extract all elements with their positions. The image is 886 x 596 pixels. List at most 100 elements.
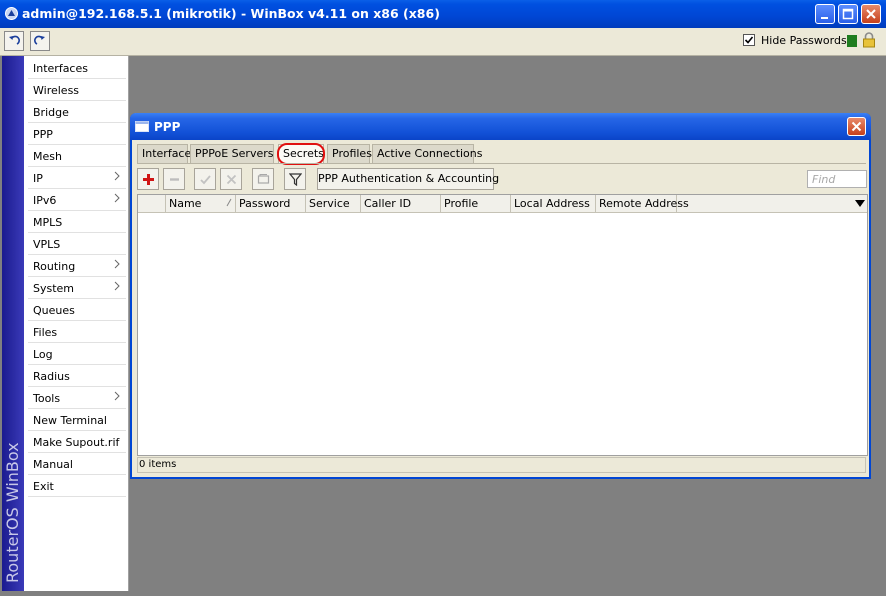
add-button[interactable]	[137, 168, 159, 190]
column-header-label: Caller ID	[364, 197, 412, 210]
comment-icon	[257, 174, 270, 184]
sidebar-item-label: New Terminal	[33, 414, 107, 427]
sidebar-item-ip[interactable]: IP	[28, 168, 126, 189]
winbox-icon	[5, 7, 18, 20]
column-header-label: Name	[169, 197, 202, 210]
brand-label: RouterOS WinBox	[3, 442, 22, 583]
sidebar-item-ipv6[interactable]: IPv6	[28, 190, 126, 211]
sidebar-item-label: IPv6	[33, 194, 57, 207]
minus-icon	[170, 178, 179, 181]
lock-icon	[863, 32, 875, 48]
ppp-toolbar: PPP Authentication & Accounting	[137, 168, 867, 192]
tab-interface[interactable]: Interface	[137, 144, 191, 163]
secrets-table: Name Password Service Caller ID Profile Local…	[137, 194, 868, 456]
sidebar-item-label: Mesh	[33, 150, 62, 163]
tab-pppoe-servers[interactable]: PPPoE Servers	[190, 144, 274, 163]
column-header-caller-id[interactable]: Caller ID	[361, 195, 441, 212]
sidebar-item-tools[interactable]: Tools	[28, 388, 126, 409]
sidebar-item-label: Queues	[33, 304, 75, 317]
enable-button[interactable]	[194, 168, 216, 190]
sidebar-menu: Interfaces Wireless Bridge PPP Mesh IP IPv6 MPL…	[24, 56, 129, 591]
submenu-arrow-icon	[114, 259, 120, 269]
ppp-close-button[interactable]	[847, 117, 866, 136]
hide-passwords-checkbox[interactable]	[743, 34, 755, 46]
comment-button[interactable]	[252, 168, 274, 190]
sidebar-item-label: MPLS	[33, 216, 63, 229]
sidebar-item-bridge[interactable]: Bridge	[28, 102, 126, 123]
column-header-service[interactable]: Service	[306, 195, 361, 212]
filter-icon	[289, 173, 302, 186]
status-bar: 0 items	[137, 457, 866, 473]
sidebar-item-label: Exit	[33, 480, 54, 493]
sidebar-item-radius[interactable]: Radius	[28, 366, 126, 387]
main-toolbar: Hide Passwords	[0, 28, 886, 56]
column-header-label: Password	[239, 197, 291, 210]
redo-button[interactable]	[30, 31, 50, 51]
remove-button[interactable]	[163, 168, 185, 190]
sidebar-item-label: Interfaces	[33, 62, 88, 75]
sidebar-item-files[interactable]: Files	[28, 322, 126, 343]
column-header-marker[interactable]	[138, 195, 166, 212]
sidebar-item-vpls[interactable]: VPLS	[28, 234, 126, 255]
tab-secrets[interactable]: Secrets	[277, 143, 325, 165]
column-header-local-address[interactable]: Local Address	[511, 195, 596, 212]
sidebar-item-queues[interactable]: Queues	[28, 300, 126, 321]
filter-button[interactable]	[284, 168, 306, 190]
sidebar-item-ppp[interactable]: PPP	[28, 124, 126, 145]
window-icon	[135, 121, 149, 132]
check-icon	[200, 175, 211, 185]
redo-icon	[34, 35, 45, 45]
find-input[interactable]	[807, 170, 867, 188]
sort-indicator-icon	[226, 198, 232, 207]
column-header-label: Profile	[444, 197, 479, 210]
submenu-arrow-icon	[114, 171, 120, 181]
sidebar-item-label: Tools	[33, 392, 61, 405]
hide-passwords-label: Hide Passwords	[761, 34, 847, 47]
close-icon	[866, 9, 876, 19]
column-header-password[interactable]: Password	[236, 195, 306, 212]
maximize-icon	[842, 8, 854, 20]
sidebar-item-label: Radius	[33, 370, 70, 383]
sidebar-item-routing[interactable]: Routing	[28, 256, 126, 277]
checkmark-icon	[744, 36, 754, 44]
sidebar-item-mesh[interactable]: Mesh	[28, 146, 126, 167]
sidebar-item-exit[interactable]: Exit	[28, 476, 126, 497]
minimize-icon	[821, 17, 828, 19]
close-button[interactable]	[861, 4, 881, 24]
disable-button[interactable]	[220, 168, 242, 190]
ppp-window: PPP Interface PPPoE Servers Secrets Prof…	[130, 113, 871, 479]
plus-icon	[143, 174, 154, 185]
column-header-profile[interactable]: Profile	[441, 195, 511, 212]
sidebar-item-interfaces[interactable]: Interfaces	[28, 58, 126, 79]
highlight-ring	[277, 143, 325, 165]
minimize-button[interactable]	[815, 4, 835, 24]
sidebar-item-manual[interactable]: Manual	[28, 454, 126, 475]
sidebar-item-label: Wireless	[33, 84, 80, 97]
ppp-window-title-bar[interactable]: PPP	[130, 113, 871, 140]
window-title: admin@192.168.5.1 (mikrotik) - WinBox v4…	[22, 6, 440, 21]
sidebar-item-mpls[interactable]: MPLS	[28, 212, 126, 233]
sidebar-item-log[interactable]: Log	[28, 344, 126, 365]
tab-active-connections[interactable]: Active Connections	[372, 144, 483, 163]
tab-profiles[interactable]: Profiles	[327, 144, 372, 163]
sidebar-item-make-supout-rif[interactable]: Make Supout.rif	[28, 432, 126, 453]
maximize-button[interactable]	[838, 4, 858, 24]
sidebar-item-label: IP	[33, 172, 43, 185]
item-count: 0 items	[139, 459, 177, 470]
brand-strip: RouterOS WinBox	[2, 56, 24, 591]
sidebar-item-wireless[interactable]: Wireless	[28, 80, 126, 101]
column-menu-icon[interactable]	[855, 200, 865, 207]
ppp-auth-accounting-button[interactable]: PPP Authentication & Accounting	[317, 168, 499, 190]
sidebar-item-system[interactable]: System	[28, 278, 126, 299]
connection-status-indicator	[847, 35, 857, 47]
column-header-name[interactable]: Name	[166, 195, 236, 212]
sidebar-item-label: System	[33, 282, 75, 295]
column-header-remote-address[interactable]: Remote Address	[596, 195, 689, 212]
undo-button[interactable]	[4, 31, 24, 51]
tab-divider	[137, 163, 866, 164]
table-header: Name Password Service Caller ID Profile Local…	[138, 195, 867, 213]
column-header-label: Service	[309, 197, 350, 210]
sidebar-item-label: Log	[33, 348, 53, 361]
close-icon	[851, 121, 862, 132]
sidebar-item-new-terminal[interactable]: New Terminal	[28, 410, 126, 431]
